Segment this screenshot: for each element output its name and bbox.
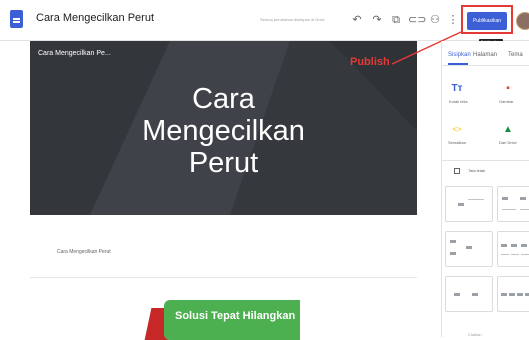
undo-icon[interactable]: ↶ (350, 13, 364, 27)
collapse-label[interactable]: Ciutkan (468, 332, 482, 337)
layout-card[interactable] (497, 186, 529, 222)
hero-title[interactable]: Cara Mengecilkan Perut (30, 83, 417, 179)
section-divider (442, 160, 529, 161)
redo-icon[interactable]: ↷ (370, 13, 384, 27)
page-canvas: Cara Mengecilkan Pe... Cara Mengecilkan … (30, 41, 417, 340)
save-status: Semua perubahan disimpan di Drive (260, 17, 325, 22)
right-sidebar: Sisipkan Halaman Tema Tт Kotak teks ▪ Ga… (441, 41, 529, 337)
embed-label[interactable]: Sematkan (448, 140, 466, 145)
share-person-icon[interactable]: ⚇ (428, 13, 442, 27)
link-icon[interactable]: ⊂⊃ (408, 13, 426, 27)
content-banner[interactable]: Solusi Tepat Hilangkan (144, 300, 300, 340)
avatar[interactable] (516, 12, 529, 30)
page-subtitle[interactable]: Cara Mengecilkan Perut (57, 249, 111, 255)
text-box-label[interactable]: Kotak teks (449, 99, 468, 104)
tab-divider (442, 65, 529, 66)
annotation-publish-label: Publish (350, 56, 390, 68)
layout-card[interactable] (497, 231, 529, 267)
hero-small-title: Cara Mengecilkan Pe... (38, 50, 111, 57)
layout-card[interactable] (445, 186, 493, 222)
layout-card[interactable] (497, 276, 529, 312)
text-box-icon[interactable]: Tт (449, 83, 465, 95)
more-vert-icon[interactable]: ⋮ (446, 13, 460, 27)
drive-label[interactable]: Dari Drive (499, 140, 517, 145)
preview-icon[interactable]: ⧉ (389, 13, 403, 27)
drive-icon[interactable]: ▲ (500, 124, 516, 136)
tab-pages[interactable]: Halaman (473, 52, 497, 58)
layout-card[interactable] (445, 276, 493, 312)
tab-themes[interactable]: Tema (508, 52, 523, 58)
google-sites-logo-icon[interactable] (10, 10, 23, 28)
layout-card[interactable] (445, 231, 493, 267)
tab-insert[interactable]: Sisipkan (448, 52, 471, 58)
layouts-label[interactable]: Tata letak (468, 168, 485, 173)
image-icon[interactable]: ▪ (500, 83, 516, 95)
banner-text: Solusi Tepat Hilangkan (175, 310, 296, 322)
document-title[interactable]: Cara Mengecilkan Perut (36, 12, 154, 24)
image-label[interactable]: Gambar (499, 99, 513, 104)
embed-icon[interactable]: <> (449, 124, 465, 136)
layouts-icon (454, 168, 460, 174)
section-divider (30, 277, 417, 278)
